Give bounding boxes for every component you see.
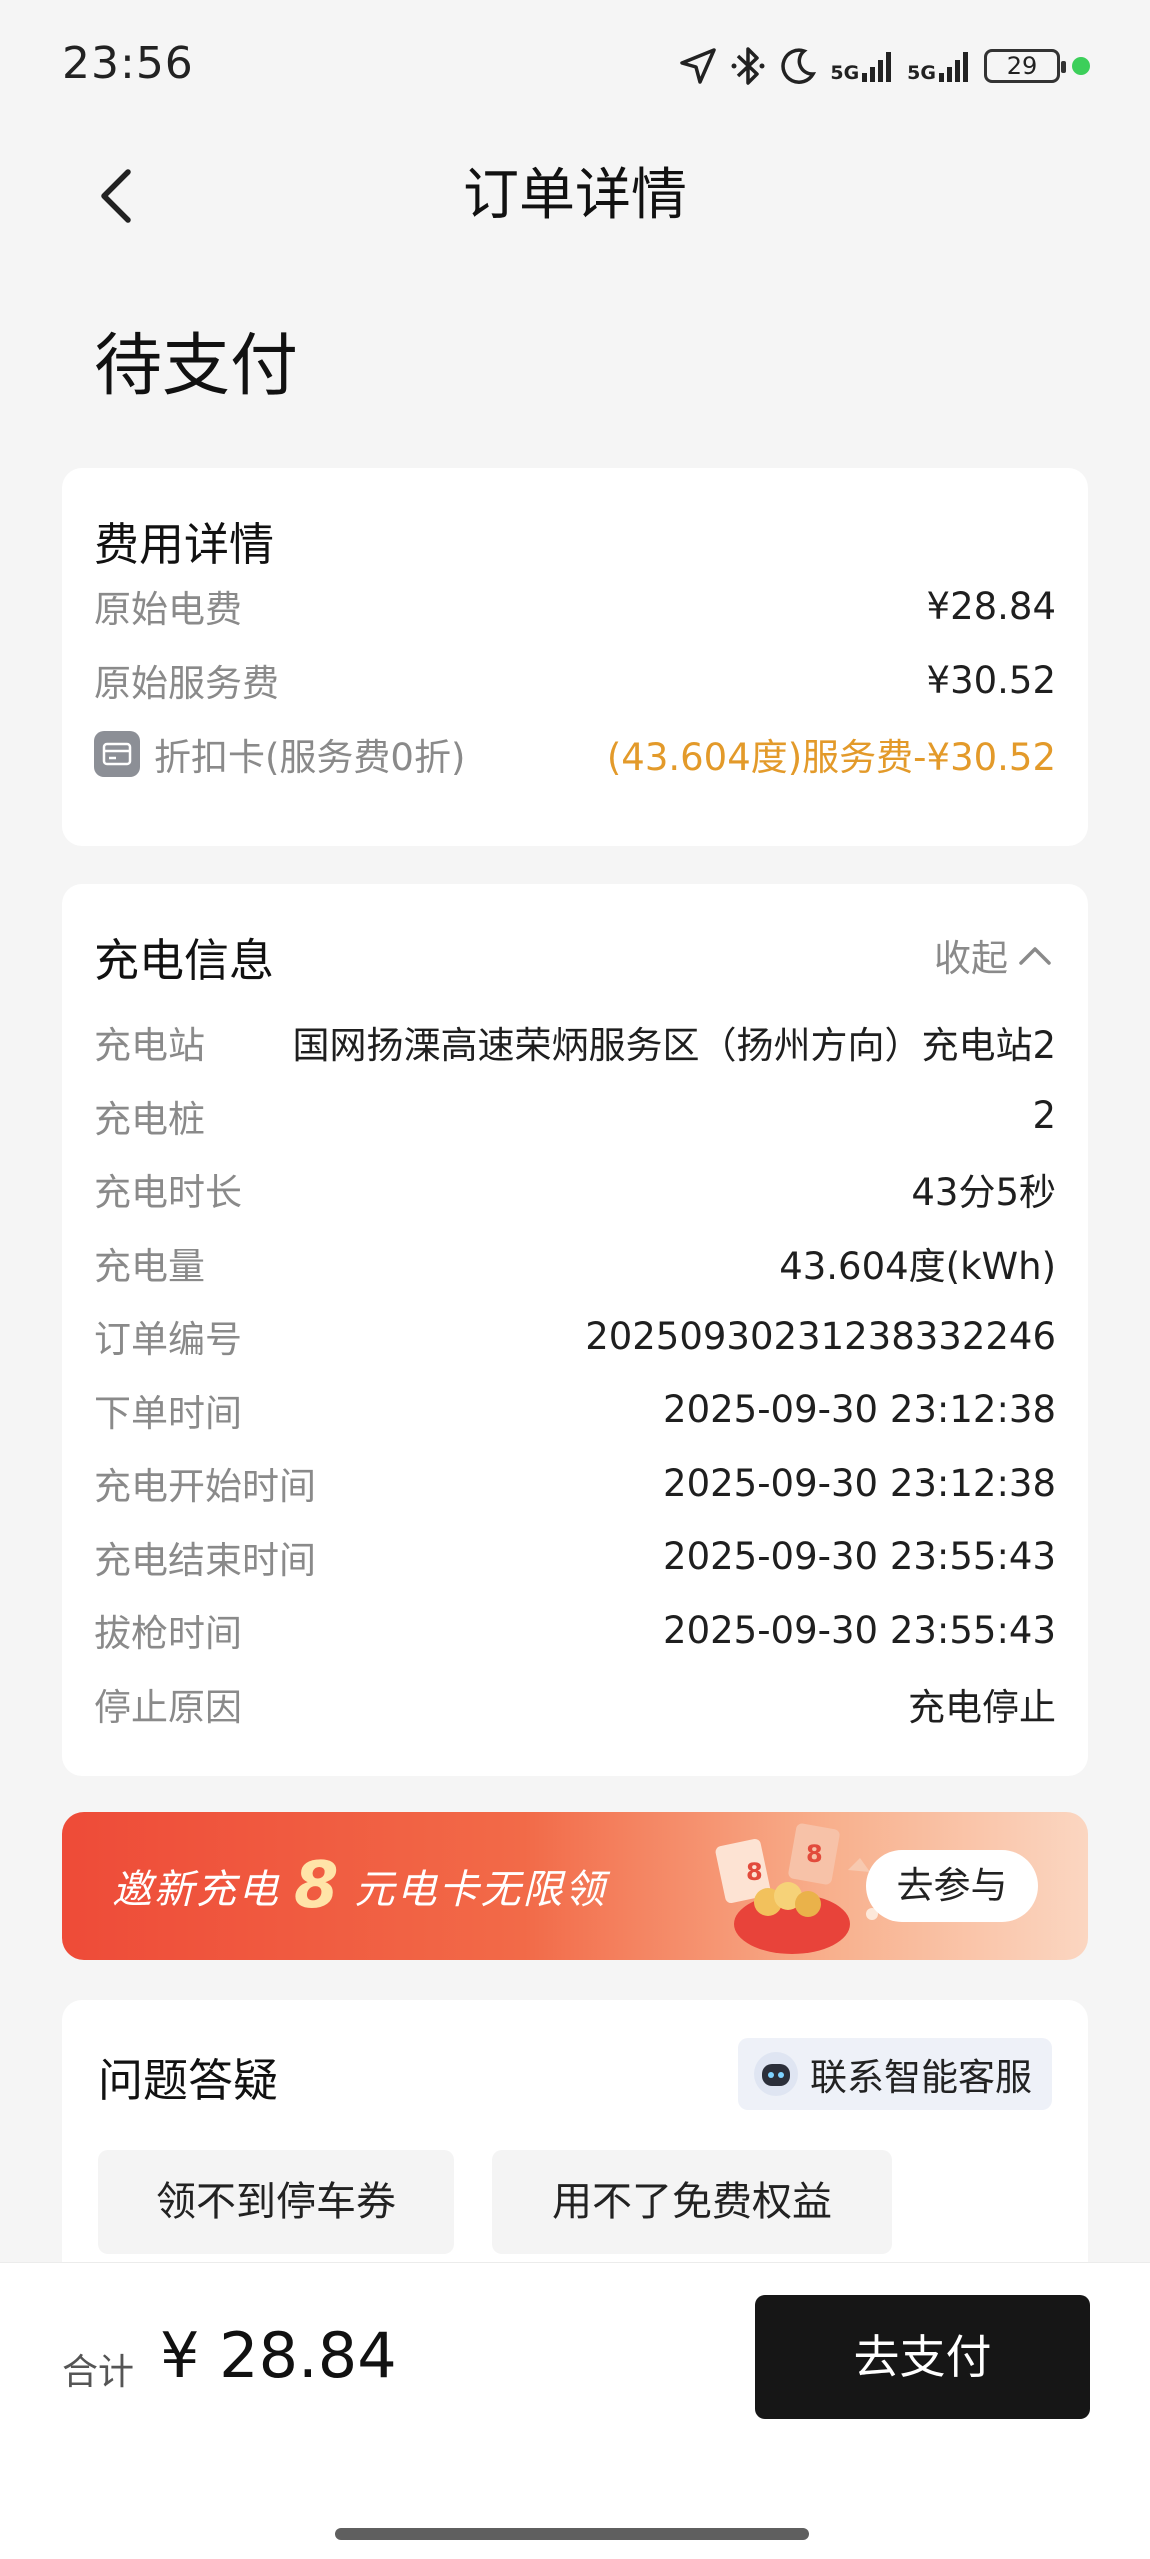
banner-highlight: 8 [294,1849,341,1923]
signal-label-1: 5G [830,62,860,84]
charge-info-row: 充电开始时间 2025-09-30 23:12:38 [94,1455,1056,1511]
fee-label: 原始电费 [94,588,242,631]
charge-info-label: 充电结束时间 [94,1538,316,1582]
fee-row: 原始电费 ¥28.84 [94,578,1056,634]
fee-row: 原始服务费 ¥30.52 [94,652,1056,708]
charge-info-value: 43分5秒 [911,1171,1056,1214]
charge-info-label: 充电站 [94,1024,205,1067]
banner-text: 邀新充电 8 元电卡无限领 [112,1812,607,1960]
qa-card: 问题答疑 联系智能客服 领不到停车券 用不了免费权益 [62,2000,1088,2300]
charge-info-row: 下单时间 2025-09-30 23:12:38 [94,1382,1056,1438]
invite-promo-banner[interactable]: 邀新充电 8 元电卡无限领 8 8 去参与 [62,1812,1088,1960]
discount-card-icon [94,731,140,777]
charge-info-row: 充电量 43.604度(kWh) [94,1235,1056,1291]
collapse-button[interactable]: 收起 [934,928,1052,982]
charge-info-value: 2025-09-30 23:55:43 [663,1608,1056,1652]
status-icons: 5G 5G 29 [678,44,1090,88]
status-time: 23:56 [62,38,194,89]
chevron-left-icon [101,169,131,223]
charge-info-label: 停止原因 [94,1685,242,1729]
charge-info-label: 充电时长 [94,1171,242,1214]
signal-icon: 5G [830,49,895,83]
charge-info-label: 订单编号 [94,1318,242,1361]
fee-label: 折扣卡(服务费0折) [154,736,466,779]
charge-info-row: 充电站 国网扬溧高速荣炳服务区（扬州方向）充电站2 [94,1014,1056,1070]
home-indicator[interactable] [335,2528,809,2540]
charge-info-row: 订单编号 20250930231238332246 [94,1308,1056,1364]
svg-text:8: 8 [746,1858,763,1886]
back-button[interactable] [86,160,146,232]
svg-text:8: 8 [806,1840,823,1868]
charge-info-value: 2025-09-30 23:12:38 [663,1388,1056,1431]
charge-info-value: 充电停止 [908,1685,1056,1729]
fee-value: ¥28.84 [926,584,1056,628]
charge-info-label: 拔枪时间 [94,1612,242,1655]
charge-info-label: 充电量 [94,1244,205,1288]
charge-info-label: 充电开始时间 [94,1465,316,1508]
charge-info-value: 2 [1032,1094,1056,1137]
moon-icon [778,46,818,86]
charge-info-card: 充电信息 收起 充电站 国网扬溧高速荣炳服务区（扬州方向）充电站2 充电桩 2 充电时长… [62,884,1088,1776]
charge-info-value: 43.604度(kWh) [779,1244,1056,1288]
collapse-label: 收起 [934,937,1008,980]
contact-ai-service-label: 联系智能客服 [810,2056,1032,2099]
join-button[interactable]: 去参与 [866,1850,1038,1922]
qa-chip-free-benefit[interactable]: 用不了免费权益 [492,2150,892,2254]
page-title: 订单详情 [463,163,687,228]
qa-chip-parking-coupon[interactable]: 领不到停车券 [98,2150,454,2254]
chevron-up-icon [1019,947,1051,965]
charge-info-value: 2025-09-30 23:55:43 [663,1535,1056,1578]
qa-title: 问题答疑 [98,2054,279,2107]
signal-icon-2: 5G [907,49,972,83]
banner-text-before: 邀新充电 [112,1867,280,1913]
fee-value: ¥30.52 [926,658,1056,702]
charge-info-label: 下单时间 [94,1391,242,1435]
charge-info-value: 2025-09-30 23:12:38 [663,1461,1056,1505]
charge-info-value: 国网扬溧高速荣炳服务区（扬州方向）充电站2 [292,1024,1056,1067]
fee-label: 原始服务费 [94,662,279,705]
charge-info-row: 充电时长 43分5秒 [94,1161,1056,1217]
order-status: 待支付 [94,327,299,406]
charge-info-row: 充电结束时间 2025-09-30 23:55:43 [94,1529,1056,1585]
banner-text-after: 元电卡无限领 [354,1867,607,1913]
fee-details-title: 费用详情 [94,518,275,571]
contact-ai-service-button[interactable]: 联系智能客服 [738,2038,1052,2110]
fee-row-discount: 折扣卡(服务费0折) (43.604度)服务费-¥30.52 [94,726,1056,782]
privacy-indicator-dot [1072,57,1090,75]
bluetooth-icon [730,45,766,87]
fee-value-discount: (43.604度)服务费-¥30.52 [606,736,1056,779]
fee-details-card: 费用详情 原始电费 ¥28.84 原始服务费 ¥30.52 折扣卡(服务费0折)… [62,468,1088,846]
robot-icon [754,2052,798,2096]
signal-label-2: 5G [907,62,936,84]
charge-info-title: 充电信息 [94,934,275,987]
charge-info-value: 20250930231238332246 [585,1314,1056,1358]
status-bar: 23:56 5G 5G 29 [0,0,1150,140]
location-icon [678,46,718,86]
charge-info-label: 充电桩 [94,1097,205,1141]
battery-icon: 29 [984,49,1066,83]
total-amount: ¥ 28.84 [160,2319,397,2392]
charge-info-row: 拔枪时间 2025-09-30 23:55:43 [94,1602,1056,1658]
pay-button[interactable]: 去支付 [755,2295,1090,2419]
bottom-pay-bar: 合计 ¥ 28.84 去支付 [0,2262,1150,2559]
charge-info-row: 充电桩 2 [94,1088,1056,1144]
total-label: 合计 [62,2352,135,2393]
charge-info-row: 停止原因 充电停止 [94,1676,1056,1732]
